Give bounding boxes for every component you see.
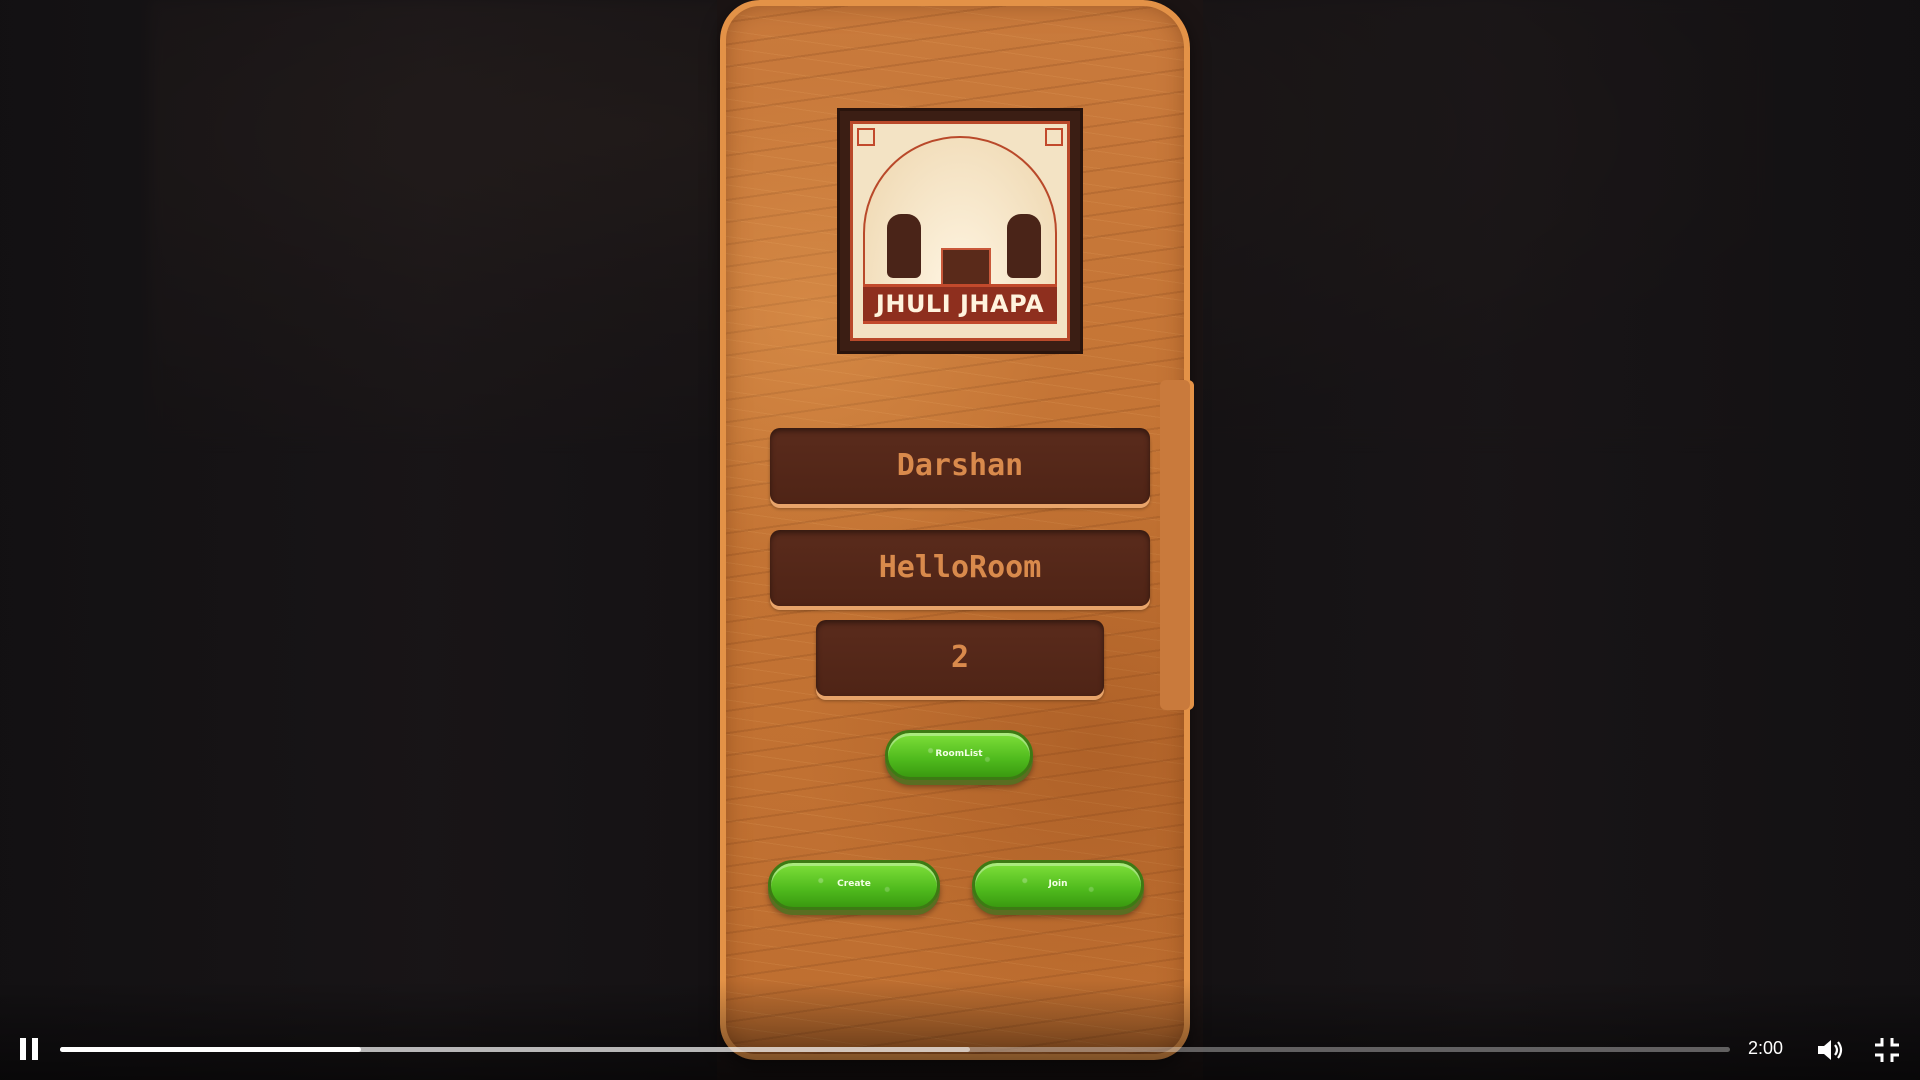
pause-bar (32, 1038, 38, 1060)
logo-figure-right (1007, 214, 1041, 278)
game-logo: JHULI JHAPA (837, 108, 1083, 354)
controls-shade (0, 980, 1920, 1080)
logo-corner (1045, 128, 1063, 146)
pause-icon[interactable] (18, 1036, 40, 1062)
logo-frame: JHULI JHAPA (850, 121, 1070, 341)
logo-title: JHULI JHAPA (863, 284, 1057, 324)
seek-bar-played (60, 1047, 361, 1052)
background-right (1202, 0, 1920, 1080)
logo-figure-left (887, 214, 921, 278)
video-controls: 2:00 (0, 980, 1920, 1080)
join-room-button[interactable]: Join (972, 860, 1144, 910)
wooden-board-edge (1160, 380, 1194, 710)
exit-fullscreen-icon[interactable] (1872, 1035, 1902, 1065)
create-room-button[interactable]: Create (768, 860, 940, 910)
player-name-field[interactable]: Darshan (770, 428, 1150, 504)
player-count-field[interactable]: 2 (816, 620, 1104, 696)
room-name-field[interactable]: HelloRoom (770, 530, 1150, 606)
logo-corner (857, 128, 875, 146)
seek-bar[interactable] (60, 1047, 1730, 1052)
pause-bar (20, 1038, 26, 1060)
room-list-button[interactable]: RoomList (885, 730, 1033, 780)
volume-icon[interactable] (1814, 1035, 1844, 1065)
time-display: 2:00 (1748, 1038, 1784, 1058)
background-left (0, 0, 718, 1080)
video-player: JHULI JHAPA Darshan HelloRoom 2 RoomList… (0, 0, 1920, 1080)
